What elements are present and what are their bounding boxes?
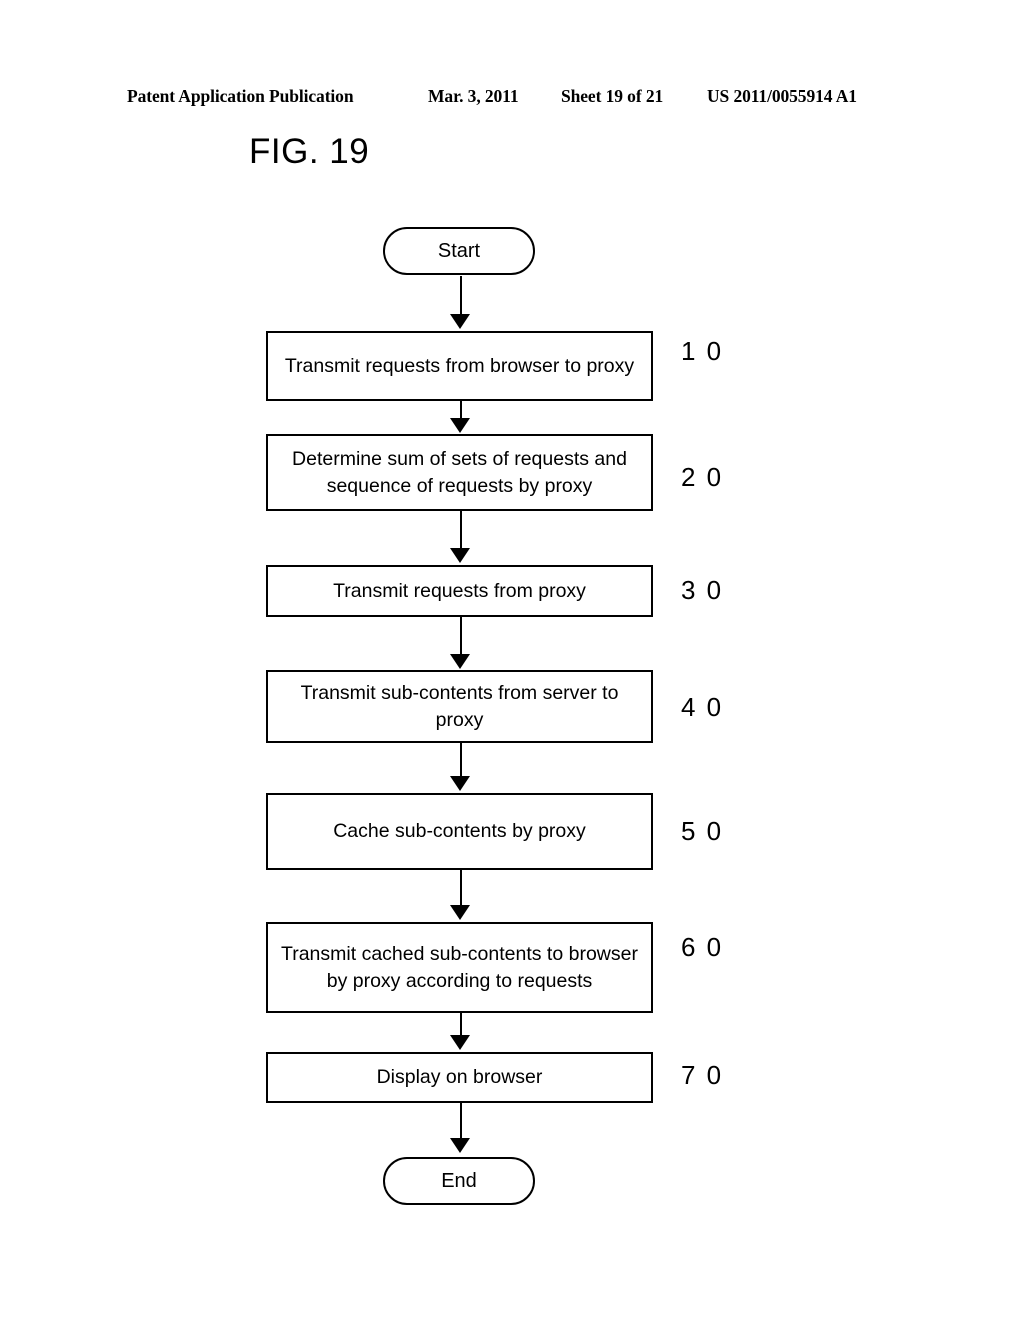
- node-step20-label: Determine sum of sets of requests and se…: [292, 448, 627, 497]
- node-step70: Display on browser: [266, 1052, 653, 1103]
- node-step10: Transmit requests from browser to proxy: [266, 331, 653, 401]
- node-step10-label: Transmit requests from browser to proxy: [284, 354, 635, 377]
- arrowhead-step10-to-step20: [450, 418, 470, 433]
- ref-numeral-70: 7 0: [681, 1060, 724, 1090]
- flowchart: Start Transmit requests from browser to …: [0, 0, 1024, 1320]
- edge-step70-to-end: [459, 1103, 462, 1141]
- ref-numeral-20: 2 0: [681, 462, 724, 492]
- ref-numeral-10: 1 0: [681, 336, 724, 366]
- ref-numeral-40: 4 0: [681, 692, 724, 722]
- edge-step20-to-step30: [459, 511, 462, 551]
- ref-numeral-50: 5 0: [681, 816, 724, 846]
- node-step50-label: Cache sub-contents by proxy: [333, 820, 586, 843]
- arrowhead-start-to-step10: [450, 314, 470, 329]
- node-step40: Transmit sub-contents from server to pro…: [266, 670, 653, 743]
- node-step20: Determine sum of sets of requests and se…: [266, 434, 653, 511]
- arrowhead-step20-to-step30: [450, 548, 470, 563]
- node-end-label: End: [441, 1170, 477, 1192]
- node-step40-label: Transmit sub-contents from server to pro…: [300, 682, 619, 731]
- node-step30-label: Transmit requests from proxy: [333, 579, 586, 602]
- node-step70-label: Display on browser: [376, 1066, 543, 1089]
- edge-step30-to-step40: [459, 617, 462, 657]
- node-step30: Transmit requests from proxy: [266, 565, 653, 617]
- arrowhead-step30-to-step40: [450, 654, 470, 669]
- arrowhead-step50-to-step60: [450, 905, 470, 920]
- node-end: End: [383, 1157, 535, 1205]
- node-step60-label: Transmit cached sub-contents to browser …: [281, 943, 638, 992]
- node-start: Start: [383, 227, 535, 275]
- node-step50: Cache sub-contents by proxy: [266, 793, 653, 870]
- arrowhead-step70-to-end: [450, 1138, 470, 1153]
- arrowhead-step60-to-step70: [450, 1035, 470, 1050]
- arrowhead-step40-to-step50: [450, 776, 470, 791]
- node-start-label: Start: [437, 240, 481, 262]
- edge-start-to-step10: [459, 276, 462, 316]
- edge-step40-to-step50: [459, 743, 462, 779]
- ref-numeral-30: 3 0: [681, 575, 724, 605]
- ref-numeral-60: 6 0: [681, 932, 724, 962]
- edge-step50-to-step60: [459, 870, 462, 908]
- node-step60: Transmit cached sub-contents to browser …: [266, 922, 653, 1013]
